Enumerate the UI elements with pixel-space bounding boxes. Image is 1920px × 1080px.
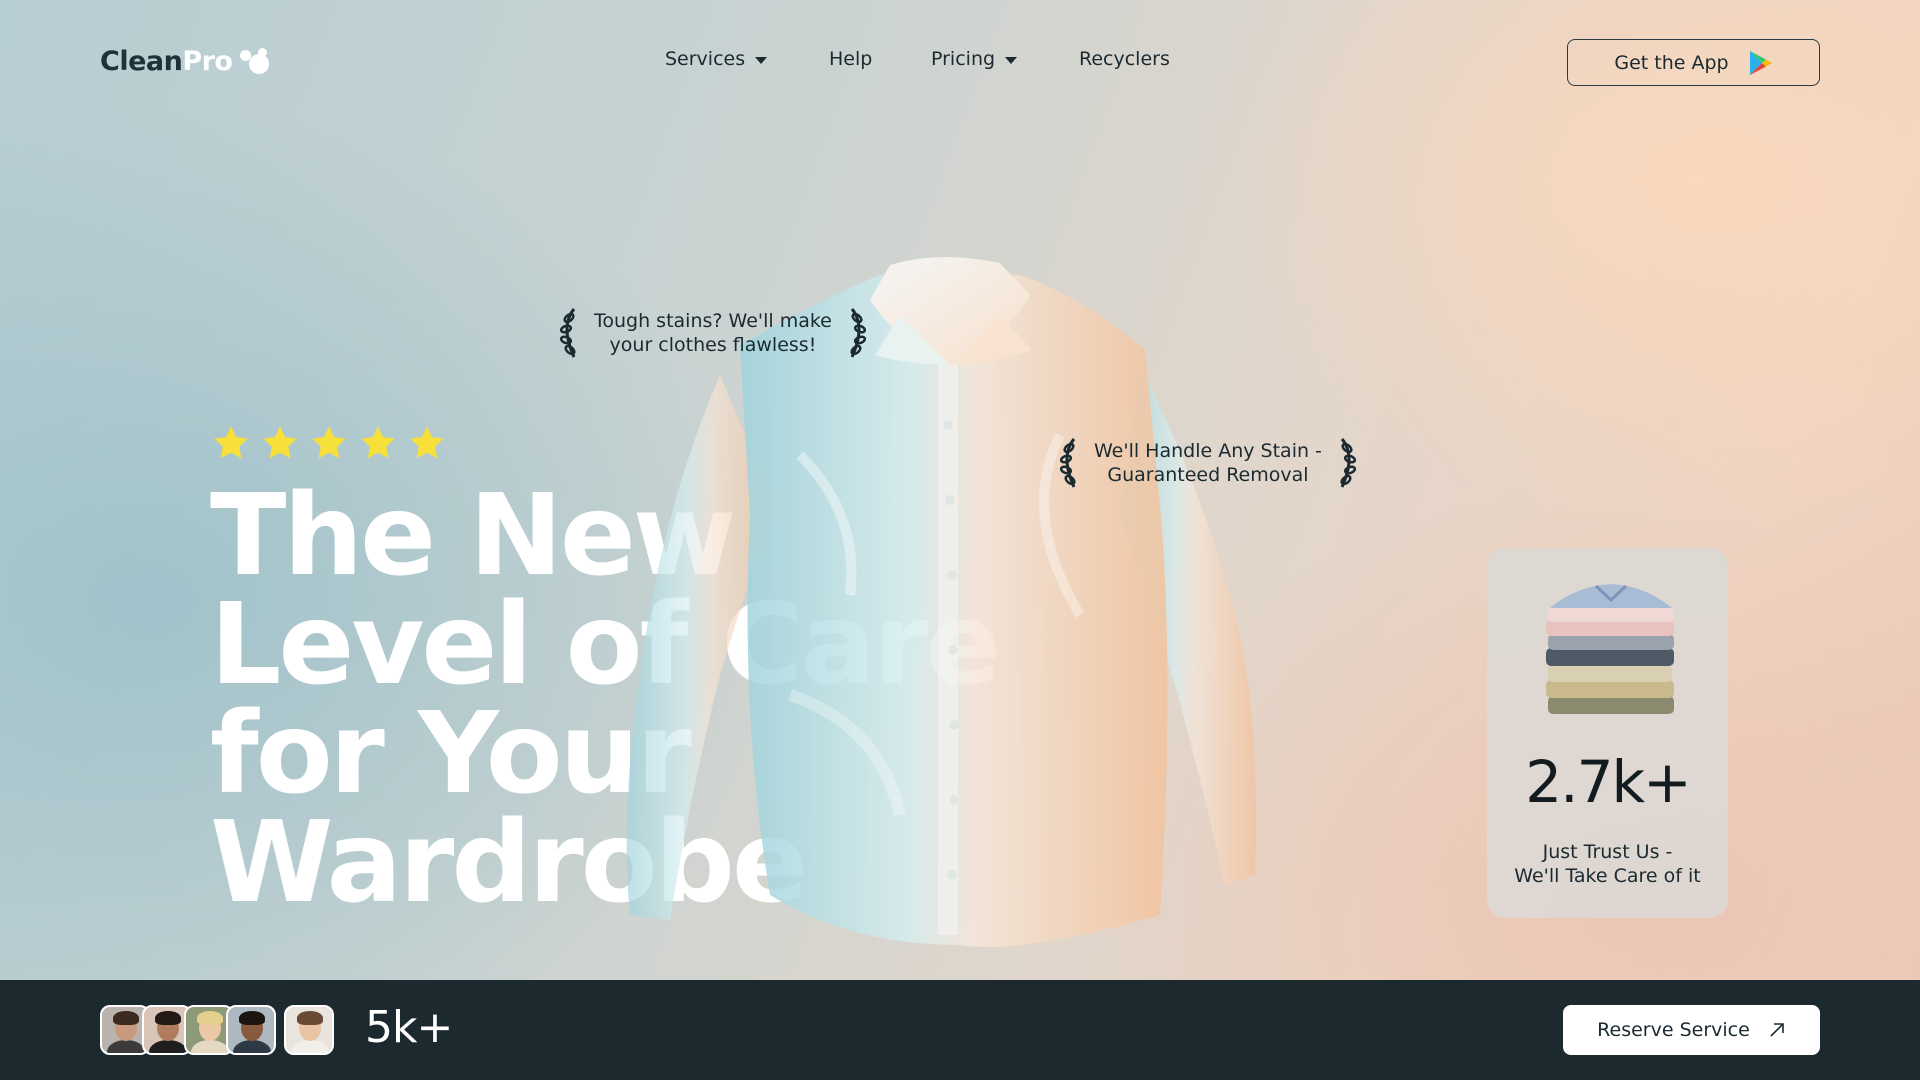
laurel-left-icon bbox=[1059, 438, 1076, 488]
stat-caption-line: We'll Take Care of it bbox=[1514, 865, 1701, 887]
star-icon bbox=[263, 426, 297, 459]
get-the-app-button[interactable]: Get the App bbox=[1567, 39, 1820, 86]
badge-line: We'll Handle Any Stain - bbox=[1094, 440, 1322, 462]
promo-badge-guarantee: We'll Handle Any Stain - Guaranteed Remo… bbox=[1052, 436, 1364, 490]
star-icon bbox=[312, 426, 346, 459]
badge-text: We'll Handle Any Stain - Guaranteed Remo… bbox=[1094, 439, 1322, 487]
arrow-up-right-icon bbox=[1770, 1023, 1784, 1037]
customer-count: 5k+ bbox=[365, 1002, 453, 1053]
nav-pricing[interactable]: Pricing bbox=[931, 48, 1018, 70]
nav-services-label: Services bbox=[665, 48, 746, 70]
stat-caption-line: Just Trust Us - bbox=[1542, 841, 1673, 863]
nav-help[interactable]: Help bbox=[829, 48, 872, 70]
badge-line: Guaranteed Removal bbox=[1107, 464, 1309, 486]
stat-caption: Just Trust Us - We'll Take Care of it bbox=[1487, 840, 1728, 888]
rating-stars bbox=[212, 424, 446, 462]
laurel-right-icon bbox=[1340, 438, 1356, 488]
get-app-label: Get the App bbox=[1614, 51, 1729, 74]
star-icon bbox=[410, 426, 444, 459]
chevron-down-icon bbox=[1005, 56, 1018, 64]
google-play-icon bbox=[1749, 50, 1772, 75]
nav-pricing-label: Pricing bbox=[931, 48, 996, 70]
badge-line: Tough stains? We'll make bbox=[594, 310, 832, 332]
badge-text: Tough stains? We'll make your clothes fl… bbox=[594, 309, 832, 357]
avatar bbox=[226, 1005, 276, 1055]
shirt-illustration bbox=[626, 256, 1256, 947]
customer-avatars bbox=[100, 1005, 334, 1055]
star-icon bbox=[361, 426, 395, 459]
avatar bbox=[284, 1005, 334, 1055]
promo-badge-stains: Tough stains? We'll make your clothes fl… bbox=[552, 306, 874, 360]
nav-recyclers-label: Recyclers bbox=[1079, 48, 1170, 70]
nav-services[interactable]: Services bbox=[665, 48, 768, 70]
stat-card: 2.7k+ Just Trust Us - We'll Take Care of… bbox=[1487, 548, 1728, 918]
laurel-left-icon bbox=[559, 308, 576, 358]
laurel-right-icon bbox=[850, 308, 866, 358]
chevron-down-icon bbox=[755, 56, 768, 64]
stat-value: 2.7k+ bbox=[1525, 748, 1691, 816]
reserve-service-label: Reserve Service bbox=[1597, 1019, 1750, 1041]
badge-line: your clothes flawless! bbox=[609, 334, 817, 356]
reserve-service-button[interactable]: Reserve Service bbox=[1563, 1005, 1820, 1055]
folded-shirts-image bbox=[1546, 584, 1674, 714]
nav-help-label: Help bbox=[829, 48, 873, 70]
bottom-bar: 5k+ Reserve Service bbox=[0, 980, 1920, 1080]
nav-recyclers[interactable]: Recyclers bbox=[1079, 48, 1170, 70]
star-icon bbox=[214, 426, 248, 459]
